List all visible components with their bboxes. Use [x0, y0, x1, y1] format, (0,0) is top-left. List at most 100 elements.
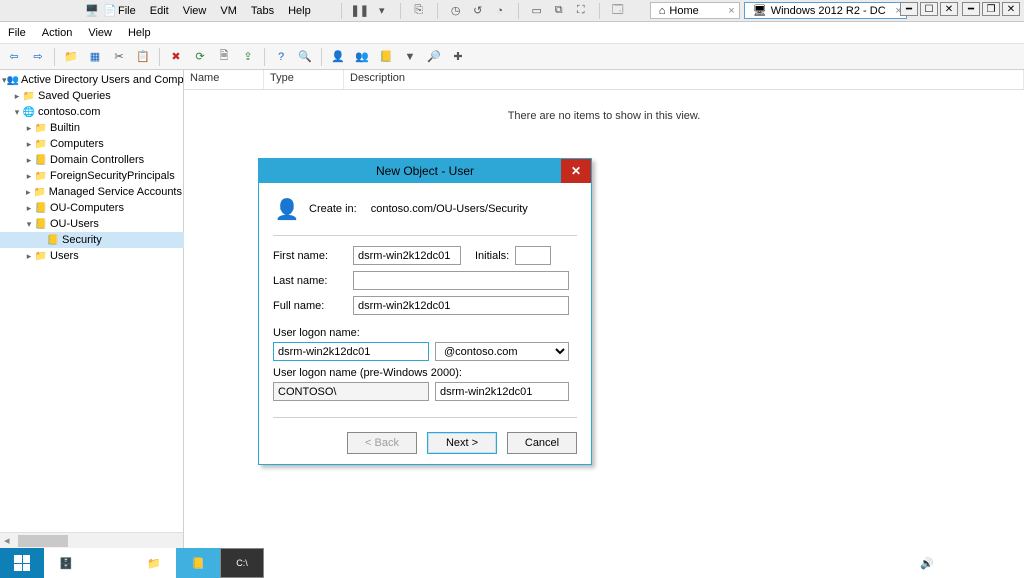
app-menu-view[interactable]: View — [88, 27, 112, 39]
expand-icon[interactable]: ▸ — [12, 91, 22, 102]
logon-name-field[interactable] — [273, 342, 429, 361]
expand-icon[interactable]: ▸ — [24, 155, 34, 166]
close-icon[interactable]: ✕ — [940, 2, 958, 16]
snapshot-icon[interactable]: ⎘ — [411, 3, 427, 19]
expand-icon[interactable]: ▸ — [23, 187, 33, 198]
dialog-titlebar[interactable]: New Object - User ✕ — [259, 159, 591, 183]
expand-icon[interactable]: ▸ — [24, 123, 34, 134]
task-server-manager[interactable]: 🗄️ — [44, 548, 88, 578]
logon-suffix-select[interactable]: @contoso.com — [435, 342, 569, 361]
filter-icon[interactable]: ▼ — [400, 47, 420, 67]
vm-menu-help[interactable]: Help — [288, 5, 311, 17]
col-name[interactable]: Name — [184, 70, 264, 89]
tree-builtin[interactable]: ▸Builtin — [0, 120, 184, 136]
fit-icon[interactable]: ▭ — [529, 3, 545, 19]
col-type[interactable]: Type — [264, 70, 344, 89]
minimize-icon[interactable]: ━ — [900, 2, 918, 16]
close-icon[interactable]: × — [728, 5, 734, 17]
first-name-field[interactable] — [353, 246, 461, 265]
expand-icon[interactable]: ▸ — [24, 139, 34, 150]
scroll-left-icon[interactable]: ◂ — [0, 534, 14, 547]
initials-field[interactable] — [515, 246, 551, 265]
tray-chevron-icon[interactable]: ▴ — [873, 558, 878, 569]
vm-menu-file[interactable]: File — [118, 5, 136, 17]
manage-icon[interactable]: ◔ — [492, 3, 508, 19]
tree-pane[interactable]: ▾ Active Directory Users and Computers [… — [0, 70, 184, 532]
tree-security[interactable]: Security — [0, 232, 184, 248]
last-name-field[interactable] — [353, 271, 569, 290]
tree-domain[interactable]: ▾ contoso.com — [0, 104, 184, 120]
vm-menu-vm[interactable]: VM — [220, 5, 237, 17]
task-aduc[interactable]: 📒 — [176, 548, 220, 578]
tree-computers[interactable]: ▸Computers — [0, 136, 184, 152]
task-powershell[interactable]: ⧁ — [88, 548, 132, 578]
task-explorer[interactable]: 📁 — [132, 548, 176, 578]
revert-icon[interactable]: ↺ — [470, 3, 486, 19]
tree-scrollbar[interactable]: ◂ — [0, 532, 183, 548]
add-icon[interactable]: ✚ — [448, 47, 468, 67]
language-indicator[interactable]: ENG UK — [942, 553, 968, 573]
library-icon[interactable]: 🗔 — [610, 3, 626, 19]
show-hide-icon[interactable]: ▦ — [85, 47, 105, 67]
back-icon[interactable]: ⇦ — [4, 47, 24, 67]
tree-ou-users[interactable]: ▾OU-Users — [0, 216, 184, 232]
scroll-thumb[interactable] — [18, 535, 68, 547]
close-icon[interactable]: ✕ — [1002, 2, 1020, 16]
volume-icon[interactable] — [920, 557, 934, 570]
network-icon[interactable]: ▥ — [903, 558, 912, 569]
tree-dcs[interactable]: ▸Domain Controllers — [0, 152, 184, 168]
refresh-icon[interactable]: ⟳ — [190, 47, 210, 67]
tree-fsp[interactable]: ▸ForeignSecurityPrincipals — [0, 168, 184, 184]
vm-tab-active[interactable]: 🖥 Windows 2012 R2 - DC × — [744, 2, 907, 19]
tree-root[interactable]: ▾ Active Directory Users and Computers [… — [0, 72, 184, 88]
search-icon[interactable]: 🔎 — [424, 47, 444, 67]
action-center-icon[interactable] — [886, 558, 895, 569]
tree-ou-computers[interactable]: ▸ OU-Computers — [0, 200, 184, 216]
minimize-icon[interactable]: ━ — [962, 2, 980, 16]
clock[interactable]: 11:05 AM 8/18/2018 — [976, 552, 1021, 574]
app-menu-file[interactable]: File — [8, 27, 26, 39]
tree-saved-queries[interactable]: ▸ Saved Queries — [0, 88, 184, 104]
clock-icon[interactable]: ◷ — [448, 3, 464, 19]
new-ou-icon[interactable]: 📒 — [376, 47, 396, 67]
expand-icon[interactable]: ▸ — [24, 203, 34, 214]
copy-icon[interactable]: 📋 — [133, 47, 153, 67]
forward-icon[interactable]: ⇨ — [28, 47, 48, 67]
vm-menu-tabs[interactable]: Tabs — [251, 5, 274, 17]
close-button[interactable]: ✕ — [561, 159, 591, 183]
app-menu-help[interactable]: Help — [128, 27, 151, 39]
vm-menu-edit[interactable]: Edit — [150, 5, 169, 17]
maximize-icon[interactable]: ☐ — [920, 2, 938, 16]
properties-icon[interactable]: ⇪ — [238, 47, 258, 67]
start-button[interactable] — [0, 548, 44, 578]
tree-msa[interactable]: ▸Managed Service Accounts — [0, 184, 184, 200]
cancel-button[interactable]: Cancel — [507, 432, 577, 454]
app-menu-action[interactable]: Action — [42, 27, 73, 39]
vm-menu-view[interactable]: View — [183, 5, 207, 17]
maximize-icon[interactable]: ❐ — [982, 2, 1000, 16]
unity-icon[interactable]: ⧉ — [551, 3, 567, 19]
export-icon[interactable]: 🗎 — [214, 47, 234, 67]
cut-icon[interactable]: ✂ — [109, 47, 129, 67]
new-group-icon[interactable]: 👥 — [352, 47, 372, 67]
expand-icon[interactable]: ▸ — [24, 251, 34, 262]
pause-icon[interactable]: ❚❚ — [352, 3, 368, 19]
delete-icon[interactable]: ✖ — [166, 47, 186, 67]
tree-label: OU-Computers — [50, 202, 124, 214]
next-button[interactable]: Next > — [427, 432, 497, 454]
help-icon[interactable]: ? — [271, 47, 291, 67]
new-user-icon[interactable]: 👤 — [328, 47, 348, 67]
fullscreen-icon[interactable]: ⛶ — [573, 3, 589, 19]
logon2000-user-field[interactable] — [435, 382, 569, 401]
full-name-field[interactable] — [353, 296, 569, 315]
task-cmd[interactable]: C:\ — [220, 548, 264, 578]
dropdown-icon[interactable]: ▾ — [374, 3, 390, 19]
up-icon[interactable]: 📁 — [61, 47, 81, 67]
col-desc[interactable]: Description — [344, 70, 1024, 89]
vm-tab-home[interactable]: ⌂ Home × — [650, 2, 740, 19]
tree-users[interactable]: ▸Users — [0, 248, 184, 264]
collapse-icon[interactable]: ▾ — [24, 219, 34, 230]
expand-icon[interactable]: ▸ — [24, 171, 34, 182]
collapse-icon[interactable]: ▾ — [12, 107, 22, 118]
find-icon[interactable]: 🔍 — [295, 47, 315, 67]
